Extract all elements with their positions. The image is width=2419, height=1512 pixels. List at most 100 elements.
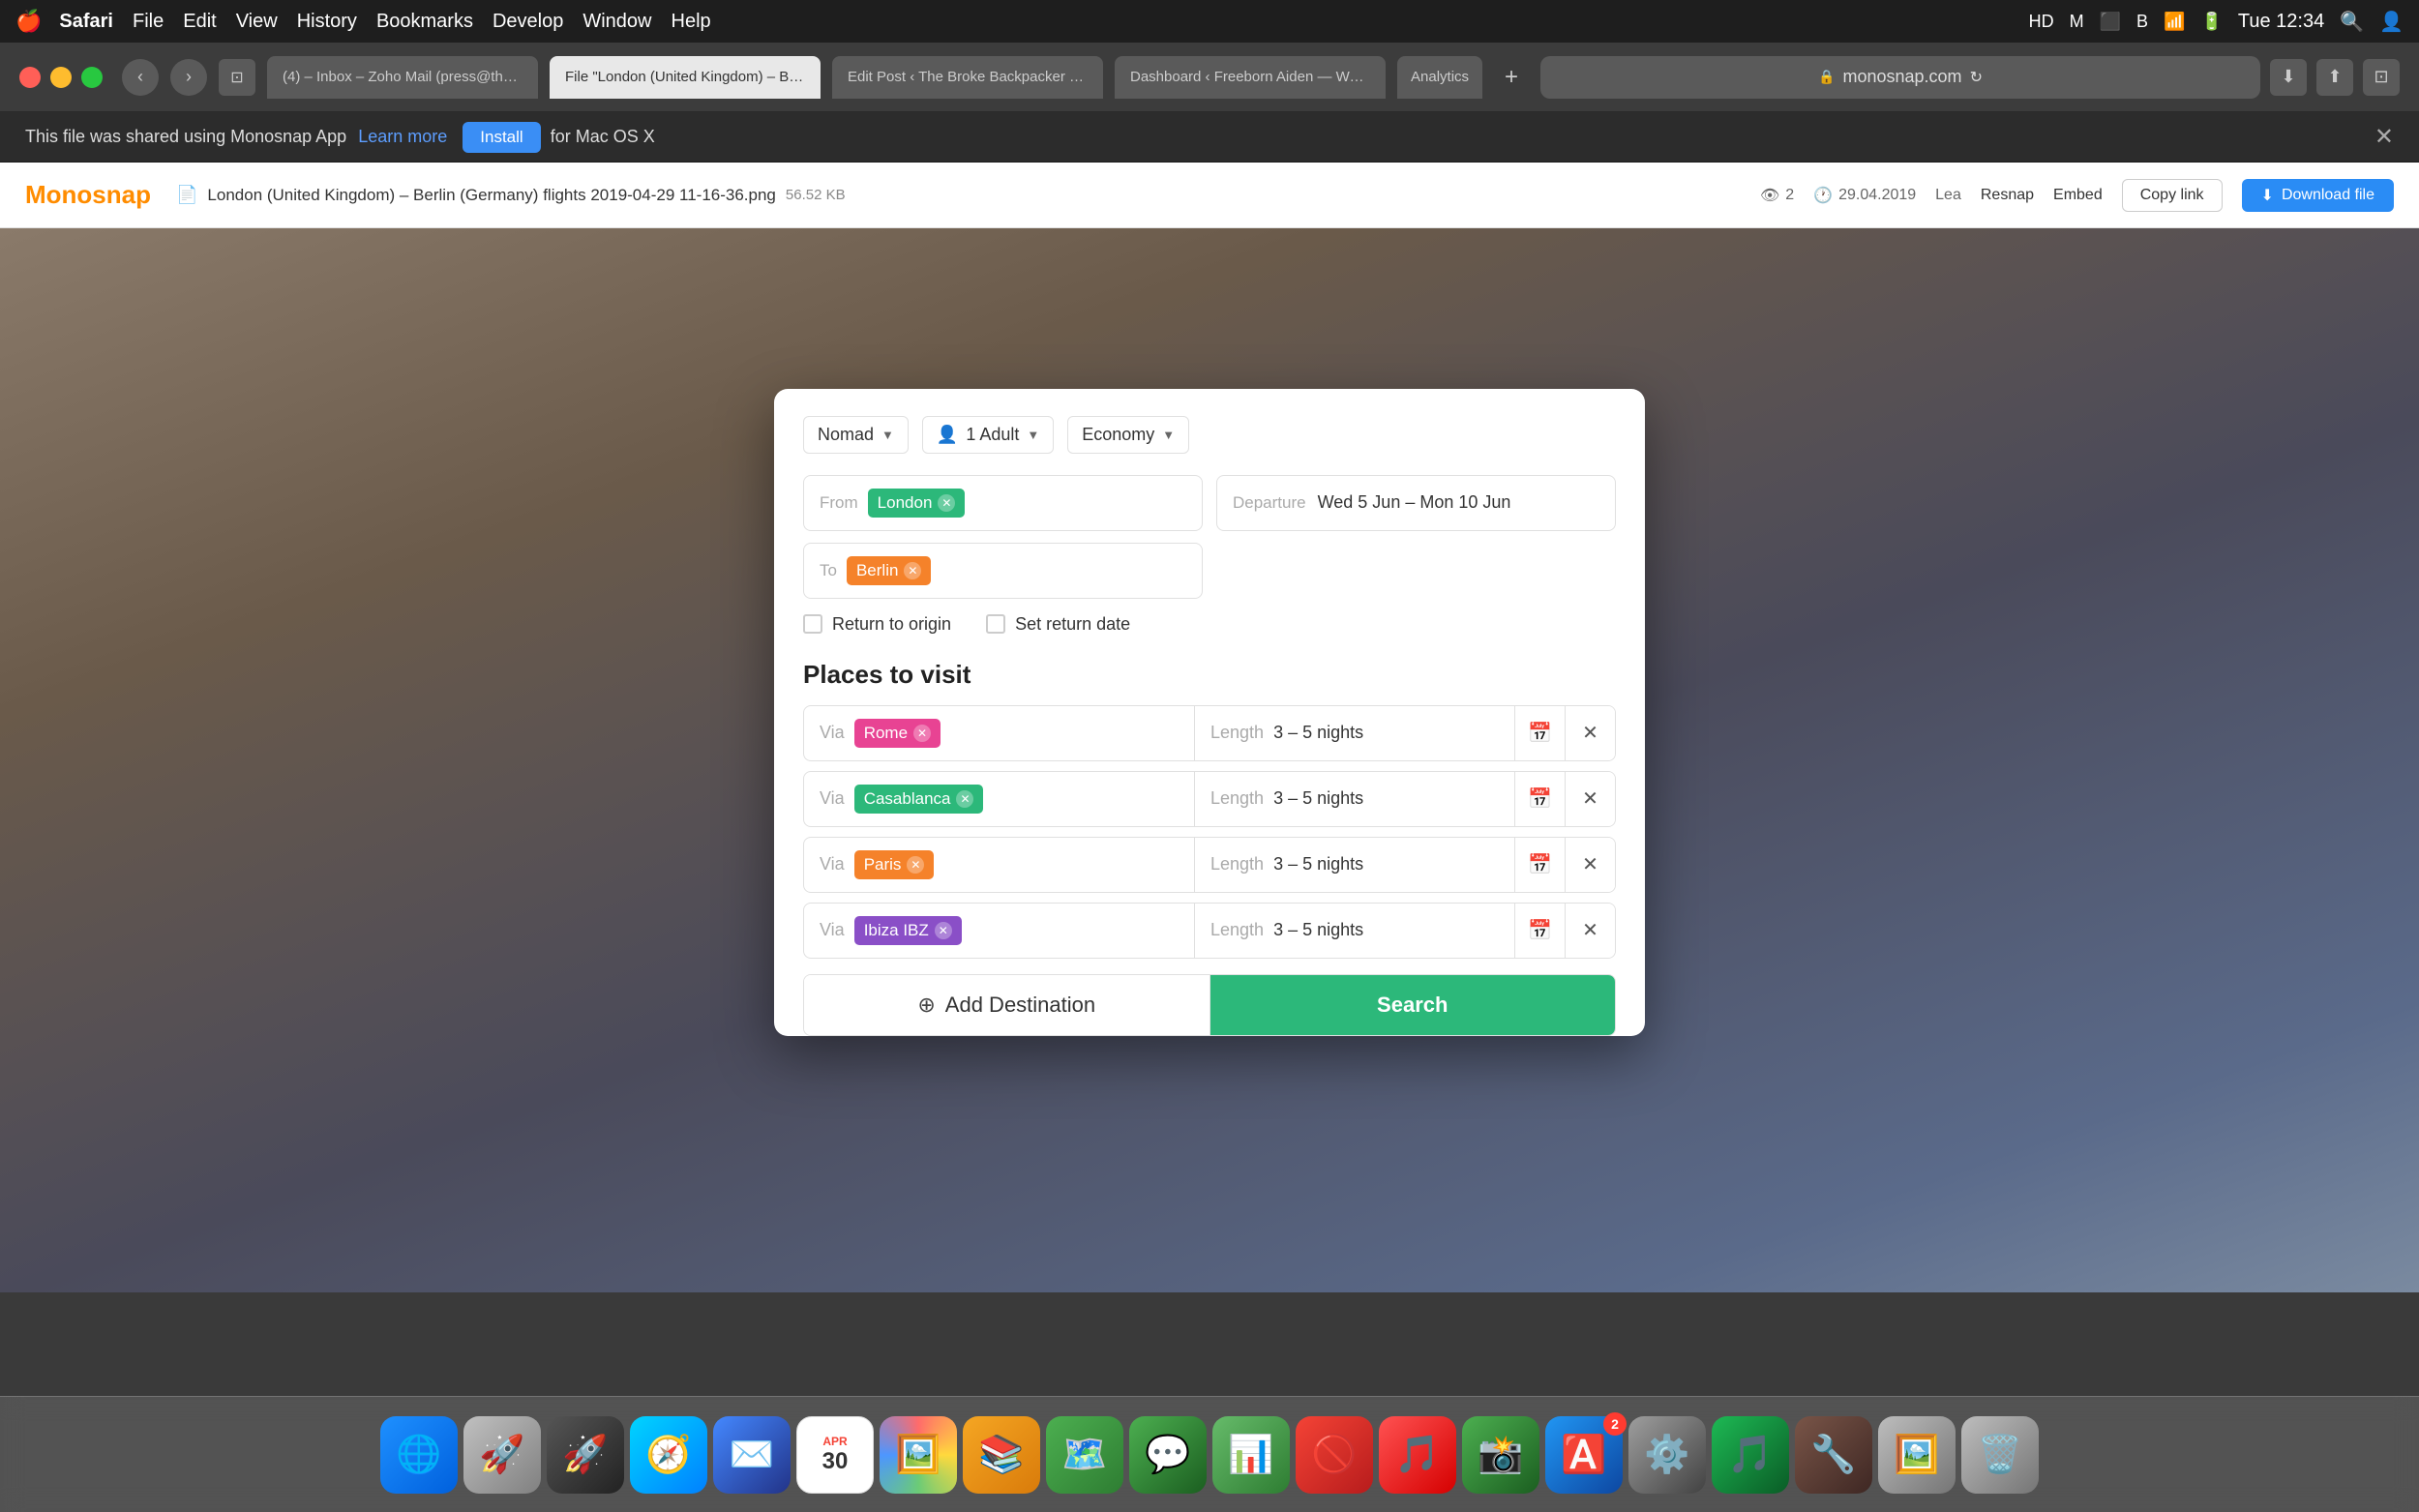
forward-button[interactable]: › bbox=[170, 59, 207, 96]
menubar-develop[interactable]: Develop bbox=[493, 11, 563, 33]
menubar-window[interactable]: Window bbox=[582, 11, 651, 33]
length-casablanca[interactable]: Length 3 – 5 nights bbox=[1195, 772, 1514, 826]
tab-3[interactable]: Edit Post ‹ The Broke Backpacker — Word.… bbox=[832, 56, 1103, 99]
reload-icon[interactable]: ↻ bbox=[1970, 68, 1983, 87]
dock-numbers[interactable]: 📊 bbox=[1212, 1416, 1290, 1494]
menubar-help[interactable]: Help bbox=[672, 11, 711, 33]
casablanca-remove-button[interactable]: ✕ bbox=[956, 790, 973, 808]
address-bar[interactable]: 🔒 monosnap.com ↻ bbox=[1540, 56, 2260, 99]
wifi-icon: 📶 bbox=[2164, 12, 2185, 32]
install-button[interactable]: Install bbox=[463, 122, 540, 153]
search-button[interactable]: Search bbox=[1210, 975, 1616, 1035]
sidebar-toggle[interactable]: ⊡ bbox=[2363, 59, 2400, 96]
share-button[interactable]: ⬆ bbox=[2316, 59, 2353, 96]
menubar-file[interactable]: File bbox=[133, 11, 164, 33]
dock-image-viewer[interactable]: 🖼️ bbox=[1878, 1416, 1956, 1494]
dock-trash[interactable]: 🗑️ bbox=[1961, 1416, 2039, 1494]
rome-remove-button[interactable]: ✕ bbox=[913, 725, 931, 742]
calendar-casablanca-button[interactable]: 📅 bbox=[1514, 772, 1565, 826]
notification-close-icon[interactable]: ✕ bbox=[2374, 123, 2394, 151]
apple-menu[interactable]: 🍎 bbox=[15, 9, 42, 34]
dock-calendar[interactable]: APR 30 bbox=[796, 1416, 874, 1494]
rome-tag[interactable]: Rome ✕ bbox=[854, 719, 941, 748]
tab-5[interactable]: Analytics bbox=[1397, 56, 1482, 99]
remove-ibiza-button[interactable]: ✕ bbox=[1565, 904, 1615, 958]
tab-1[interactable]: (4) – Inbox – Zoho Mail (press@thebrokeb… bbox=[267, 56, 538, 99]
dock-music[interactable]: 🎵 bbox=[1379, 1416, 1456, 1494]
via-rome-left[interactable]: Via Rome ✕ bbox=[804, 706, 1195, 760]
modal-toolbar: Nomad ▼ 👤 1 Adult ▼ Economy ▼ bbox=[803, 416, 1616, 454]
fullscreen-button[interactable] bbox=[81, 67, 103, 88]
tab-4[interactable]: Dashboard ‹ Freeborn Aiden — WordPress bbox=[1115, 56, 1386, 99]
return-to-origin-checkbox[interactable]: Return to origin bbox=[803, 614, 951, 635]
length-paris[interactable]: Length 3 – 5 nights bbox=[1195, 838, 1514, 892]
copy-link-button[interactable]: Copy link bbox=[2122, 179, 2223, 212]
tab-2[interactable]: File "London (United Kingdom) – Berlin (… bbox=[550, 56, 821, 99]
remove-rome-button[interactable]: ✕ bbox=[1565, 706, 1615, 760]
from-field[interactable]: From London ✕ bbox=[803, 475, 1203, 531]
menubar-bookmarks[interactable]: Bookmarks bbox=[376, 11, 473, 33]
dock-safari[interactable]: 🧭 bbox=[630, 1416, 707, 1494]
calendar-rome-button[interactable]: 📅 bbox=[1514, 706, 1565, 760]
dock-launchpad[interactable]: 🚀 bbox=[463, 1416, 541, 1494]
menubar-history[interactable]: History bbox=[297, 11, 357, 33]
paris-remove-button[interactable]: ✕ bbox=[907, 856, 924, 874]
close-button[interactable] bbox=[19, 67, 41, 88]
length-rome[interactable]: Length 3 – 5 nights bbox=[1195, 706, 1514, 760]
via-ibiza-left[interactable]: Via Ibiza IBZ ✕ bbox=[804, 904, 1195, 958]
casablanca-tag[interactable]: Casablanca ✕ bbox=[854, 785, 984, 814]
set-return-date-checkbox[interactable]: Set return date bbox=[986, 614, 1130, 635]
dock-facetime[interactable]: 📸 bbox=[1462, 1416, 1539, 1494]
embed-link[interactable]: Embed bbox=[2053, 187, 2103, 204]
download-file-button[interactable]: ⬇ Download file bbox=[2242, 179, 2394, 212]
dock-spotify[interactable]: 🎵 bbox=[1712, 1416, 1789, 1494]
minimize-button[interactable] bbox=[50, 67, 72, 88]
london-remove-button[interactable]: ✕ bbox=[938, 494, 955, 512]
back-button[interactable]: ‹ bbox=[122, 59, 159, 96]
download-button[interactable]: ⬇ bbox=[2270, 59, 2307, 96]
search-icon[interactable]: 🔍 bbox=[2340, 10, 2364, 34]
dock-appstore[interactable]: 🅰️ 2 bbox=[1545, 1416, 1623, 1494]
via-paris-left[interactable]: Via Paris ✕ bbox=[804, 838, 1195, 892]
passengers-dropdown[interactable]: 👤 1 Adult ▼ bbox=[922, 416, 1054, 454]
dock-news[interactable]: 🚫 bbox=[1296, 1416, 1373, 1494]
ibiza-remove-button[interactable]: ✕ bbox=[935, 922, 952, 939]
calendar-ibiza-button[interactable]: 📅 bbox=[1514, 904, 1565, 958]
remove-paris-button[interactable]: ✕ bbox=[1565, 838, 1615, 892]
menubar-view[interactable]: View bbox=[236, 11, 278, 33]
return-date-checkbox-box[interactable] bbox=[986, 614, 1005, 634]
berlin-remove-button[interactable]: ✕ bbox=[904, 562, 921, 579]
dock-maps[interactable]: 🗺️ bbox=[1046, 1416, 1123, 1494]
paris-tag[interactable]: Paris ✕ bbox=[854, 850, 935, 879]
length-ibiza[interactable]: Length 3 – 5 nights bbox=[1195, 904, 1514, 958]
dock-photos[interactable]: 🖼️ bbox=[880, 1416, 957, 1494]
learn-more-link[interactable]: Learn more bbox=[358, 127, 447, 147]
user-icon[interactable]: 👤 bbox=[2379, 10, 2404, 34]
tab-view-button[interactable]: ⊡ bbox=[219, 59, 255, 96]
monosnap-logo[interactable]: Monosnap bbox=[25, 180, 151, 210]
ibiza-tag[interactable]: Ibiza IBZ ✕ bbox=[854, 916, 962, 945]
class-dropdown[interactable]: Economy ▼ bbox=[1067, 416, 1189, 454]
menubar-safari[interactable]: Safari bbox=[59, 11, 113, 33]
resnap-link[interactable]: Resnap bbox=[1981, 187, 2034, 204]
menubar-edit[interactable]: Edit bbox=[183, 11, 216, 33]
return-to-origin-label: Return to origin bbox=[832, 614, 951, 635]
calendar-paris-button[interactable]: 📅 bbox=[1514, 838, 1565, 892]
travel-type-dropdown[interactable]: Nomad ▼ bbox=[803, 416, 909, 454]
dock-mail[interactable]: ✉️ bbox=[713, 1416, 791, 1494]
remove-casablanca-button[interactable]: ✕ bbox=[1565, 772, 1615, 826]
dock-system-prefs[interactable]: ⚙️ bbox=[1628, 1416, 1706, 1494]
dock-finder[interactable]: 🌐 bbox=[380, 1416, 458, 1494]
berlin-tag[interactable]: Berlin ✕ bbox=[847, 556, 931, 585]
dock-tools[interactable]: 🔧 bbox=[1795, 1416, 1872, 1494]
return-checkbox-box[interactable] bbox=[803, 614, 822, 634]
add-destination-button[interactable]: ⊕ Add Destination bbox=[804, 975, 1210, 1035]
london-tag[interactable]: London ✕ bbox=[868, 489, 966, 518]
dock-messages[interactable]: 💬 bbox=[1129, 1416, 1207, 1494]
to-field[interactable]: To Berlin ✕ bbox=[803, 543, 1203, 599]
dock-rocketship[interactable]: 🚀 bbox=[547, 1416, 624, 1494]
via-casablanca-left[interactable]: Via Casablanca ✕ bbox=[804, 772, 1195, 826]
departure-field[interactable]: Departure Wed 5 Jun – Mon 10 Jun bbox=[1216, 475, 1616, 531]
dock-books[interactable]: 📚 bbox=[963, 1416, 1040, 1494]
new-tab-button[interactable]: + bbox=[1494, 60, 1529, 95]
